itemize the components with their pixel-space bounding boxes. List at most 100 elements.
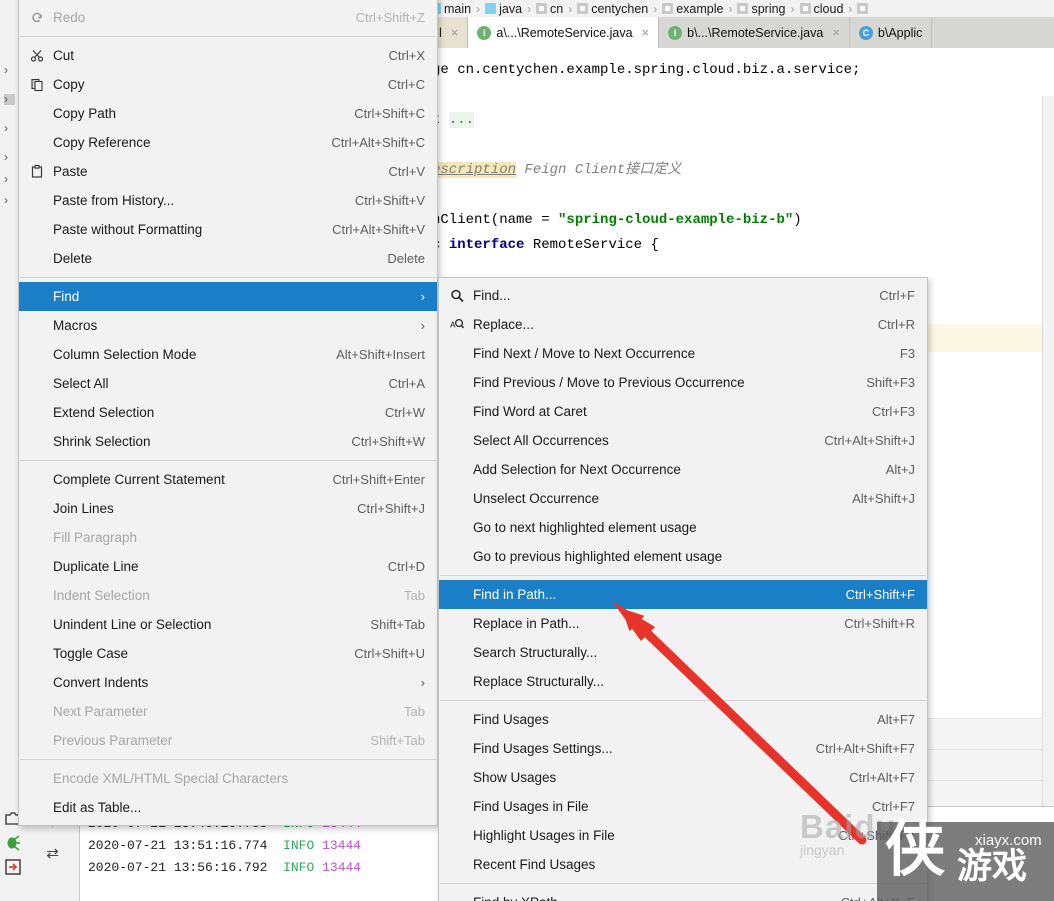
menu-item-edit-as-table[interactable]: Edit as Table...: [19, 793, 437, 822]
menu-item-complete-current-statement[interactable]: Complete Current Statement Ctrl+Shift+En…: [19, 465, 437, 494]
menu-item-next-parameter: Next Parameter Tab: [19, 697, 437, 726]
menu-item-find-next[interactable]: Find Next / Move to Next Occurrence F3: [439, 339, 927, 368]
debug-icon[interactable]: [4, 834, 22, 852]
menu-item-copy[interactable]: Copy Ctrl+C: [19, 70, 437, 99]
exit-icon[interactable]: [4, 858, 22, 876]
breadcrumb-separator: ›: [527, 1, 532, 16]
annotation-pre: nClient(name =: [432, 212, 559, 228]
tree-expand-chevron-icon[interactable]: ›: [4, 151, 15, 163]
menu-item-macros[interactable]: Macros ›: [19, 311, 437, 340]
tree-expand-chevron-icon[interactable]: ›: [4, 122, 15, 134]
close-icon[interactable]: ×: [642, 25, 650, 40]
menu-item-column-selection-mode[interactable]: Column Selection Mode Alt+Shift+Insert: [19, 340, 437, 369]
code-fold-placeholder[interactable]: ...: [448, 112, 475, 128]
menu-item-find-word-at-caret[interactable]: Find Word at Caret Ctrl+F3: [439, 397, 927, 426]
menu-item-add-selection-for-next-occurrence[interactable]: Add Selection for Next Occurrence Alt+J: [439, 455, 927, 484]
menu-item-redo: Redo Ctrl+Shift+Z: [19, 3, 437, 32]
tree-expand-chevron-icon[interactable]: ›: [4, 173, 15, 185]
menu-item-encode-xml-html-special-characters: Encode XML/HTML Special Characters: [19, 764, 437, 793]
menu-item-copy-reference[interactable]: Copy Reference Ctrl+Alt+Shift+C: [19, 128, 437, 157]
menu-item-accel: Ctrl+Shift+V: [354, 193, 425, 208]
menu-item-go-to-previous-highlighted-element-usage[interactable]: Go to previous highlighted element usage: [439, 542, 927, 571]
editor-scrollbar[interactable]: [1042, 96, 1054, 901]
menu-item-show-usages[interactable]: Show Usages Ctrl+Alt+F7: [439, 763, 927, 792]
tree-expand-chevron-icon[interactable]: ›: [4, 93, 15, 105]
menu-item-paste-without-formatting[interactable]: Paste without Formatting Ctrl+Alt+Shift+…: [19, 215, 437, 244]
menu-item-label: Unselect Occurrence: [473, 491, 600, 506]
menu-item-replace[interactable]: A Replace... Ctrl+R: [439, 310, 927, 339]
menu-item-find-previous[interactable]: Find Previous / Move to Previous Occurre…: [439, 368, 927, 397]
edit-menu[interactable]: Undo Backspace Ctrl+Z Redo Ctrl+Shift+Z …: [18, 0, 438, 826]
menu-item-paste[interactable]: Paste Ctrl+V: [19, 157, 437, 186]
menu-item-replace-structurally[interactable]: Replace Structurally...: [439, 667, 927, 696]
breadcrumb-item-cn[interactable]: cn: [536, 2, 563, 16]
menu-item-search-structurally[interactable]: Search Structurally...: [439, 638, 927, 667]
menu-item-label: Select All: [53, 376, 109, 391]
menu-item-replace-in-path[interactable]: Replace in Path... Ctrl+Shift+R: [439, 609, 927, 638]
menu-item-recent-find-usages[interactable]: Recent Find Usages: [439, 850, 927, 879]
menu-item-find-in-path[interactable]: Find in Path... Ctrl+Shift+F: [439, 580, 927, 609]
editor-tab-3[interactable]: C b\Applic: [850, 17, 933, 48]
class-icon: C: [858, 25, 873, 40]
editor-tab-1[interactable]: I a\...\RemoteService.java ×: [468, 17, 660, 48]
menu-item-find-usages-settings[interactable]: Find Usages Settings... Ctrl+Alt+Shift+F…: [439, 734, 927, 763]
find-submenu[interactable]: Find... Ctrl+F A Replace... Ctrl+R Find …: [438, 277, 928, 901]
menu-item-accel: Shift+Tab: [370, 733, 425, 748]
menu-item-unindent-line-or-selection[interactable]: Unindent Line or Selection Shift+Tab: [19, 610, 437, 639]
soft-wrap-icon[interactable]: ⇄: [46, 844, 59, 862]
breadcrumb-item-centychen[interactable]: centychen: [577, 2, 648, 16]
menu-item-go-to-next-highlighted-element-usage[interactable]: Go to next highlighted element usage: [439, 513, 927, 542]
menu-item-find-usages-in-file[interactable]: Find Usages in File Ctrl+F7: [439, 792, 927, 821]
menu-item-find[interactable]: Find ›: [19, 282, 437, 311]
scissors-icon: [28, 47, 45, 64]
watermark-cn-word: 游戏: [957, 847, 1028, 887]
menu-item-find-usages[interactable]: Find Usages Alt+F7: [439, 705, 927, 734]
menu-item-highlight-usages-in-file[interactable]: Highlight Usages in File Ctrl+Shift+F7: [439, 821, 927, 850]
menu-item-toggle-case[interactable]: Toggle Case Ctrl+Shift+U: [19, 639, 437, 668]
menu-item-accel: Ctrl+Alt+Shift+C: [331, 135, 425, 150]
breadcrumb-item-java[interactable]: java: [485, 2, 522, 16]
breadcrumb-item-overflow[interactable]: [857, 3, 869, 14]
breadcrumb-item-example[interactable]: example: [662, 2, 723, 16]
menu-item-label: Cut: [53, 48, 75, 63]
log-pid: 13444: [322, 860, 362, 875]
menu-item-label: Copy Path: [53, 106, 117, 121]
project-tree-strip[interactable]: › › › › › ›: [0, 17, 18, 817]
log-date: 2020-07-21: [88, 860, 167, 875]
menu-item-unselect-occurrence[interactable]: Unselect Occurrence Alt+Shift+J: [439, 484, 927, 513]
menu-item-accel: Ctrl+Shift+Z: [355, 10, 425, 25]
copy-icon: [28, 76, 45, 93]
menu-item-accel: Ctrl+Alt+Shift+J: [824, 433, 915, 448]
menu-item-join-lines[interactable]: Join Lines Ctrl+Shift+J: [19, 494, 437, 523]
tree-expand-chevron-icon[interactable]: ›: [4, 194, 15, 206]
editor-highlight-band: [925, 324, 1054, 352]
javadoc-tag: escription: [432, 162, 517, 178]
menu-item-cut[interactable]: Cut Ctrl+X: [19, 41, 437, 70]
interface-icon: I: [668, 25, 683, 40]
menu-item-label: Edit as Table...: [53, 800, 142, 815]
breadcrumb-item-spring[interactable]: spring: [737, 2, 786, 16]
menu-item-select-all[interactable]: Select All Ctrl+A: [19, 369, 437, 398]
menu-item-accel: Alt+Shift+Insert: [336, 347, 425, 362]
menu-item-duplicate-line[interactable]: Duplicate Line Ctrl+D: [19, 552, 437, 581]
close-icon[interactable]: ×: [832, 25, 840, 40]
menu-item-copy-path[interactable]: Copy Path Ctrl+Shift+C: [19, 99, 437, 128]
menu-item-label: Find: [53, 289, 80, 304]
breadcrumb-item-cloud[interactable]: cloud: [799, 2, 843, 16]
editor-tab-2[interactable]: I b\...\RemoteService.java ×: [659, 17, 850, 48]
menu-item-find[interactable]: Find... Ctrl+F: [439, 281, 927, 310]
menu-item-find-by-xpath[interactable]: Find by XPath... Ctrl+Alt+X, F: [439, 888, 927, 901]
menu-item-paste-from-history[interactable]: Paste from History... Ctrl+Shift+V: [19, 186, 437, 215]
menu-item-label: Replace in Path...: [473, 616, 580, 631]
menu-item-convert-indents[interactable]: Convert Indents ›: [19, 668, 437, 697]
menu-item-delete[interactable]: Delete Delete: [19, 244, 437, 273]
menu-item-label: Paste from History...: [53, 193, 175, 208]
editor-code: ge cn.centychen.example.spring.cloud.biz…: [432, 58, 860, 258]
menu-item-shrink-selection[interactable]: Shrink Selection Ctrl+Shift+W: [19, 427, 437, 456]
log-pid: 13444: [322, 838, 362, 853]
menu-item-select-all-occurrences[interactable]: Select All Occurrences Ctrl+Alt+Shift+J: [439, 426, 927, 455]
menu-item-extend-selection[interactable]: Extend Selection Ctrl+W: [19, 398, 437, 427]
close-icon[interactable]: ×: [451, 25, 459, 40]
menu-item-label: Find Usages: [473, 712, 549, 727]
tree-expand-chevron-icon[interactable]: ›: [4, 64, 15, 76]
